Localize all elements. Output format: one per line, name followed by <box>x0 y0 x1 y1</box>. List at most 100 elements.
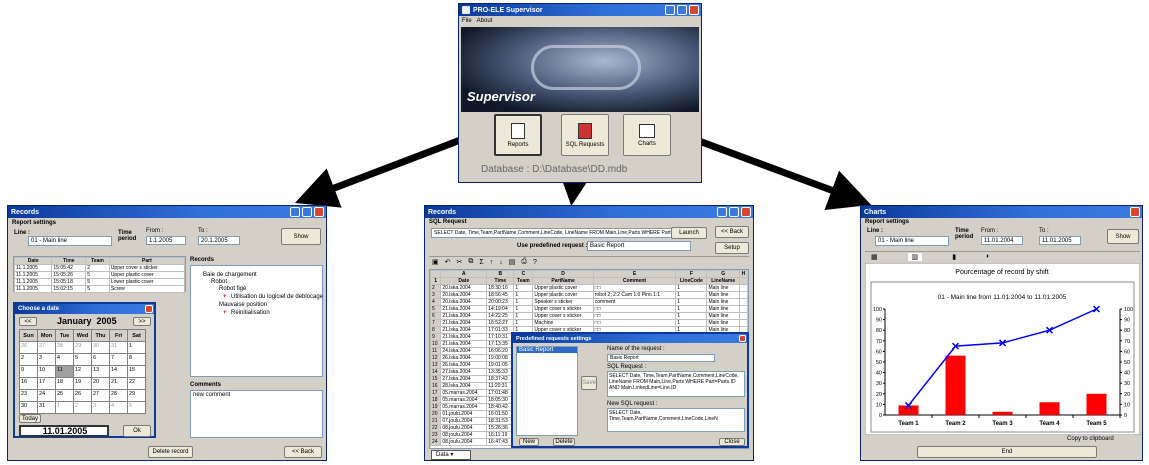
minimize-icon[interactable] <box>290 207 300 217</box>
minimize-icon[interactable] <box>665 5 675 15</box>
ok-button[interactable]: Ok <box>123 425 151 437</box>
sql-textarea[interactable]: SELECT Date, Time,Team,PartName,Comment,… <box>607 371 745 397</box>
reports-button[interactable]: Reports <box>494 114 542 156</box>
sql-back-button[interactable]: << Back <box>715 226 749 238</box>
tree-node[interactable]: Réinitialisation <box>231 310 270 316</box>
minimize-icon[interactable] <box>717 207 727 217</box>
column-chart-icon[interactable]: ▮ <box>952 253 956 261</box>
calendar-day[interactable]: 12 <box>73 365 92 378</box>
tree-node[interactable]: Robot <box>211 279 227 285</box>
calendar-day[interactable]: 19 <box>73 377 92 390</box>
calendar-day[interactable]: 17 <box>37 377 56 390</box>
table-row[interactable]: 2 20.lska.2004 18:30:16 1 Upper plastic cove… <box>430 284 748 292</box>
cut-icon[interactable]: ✂ <box>457 258 463 266</box>
close-icon[interactable] <box>689 5 699 15</box>
calendar-day[interactable]: 5 <box>73 353 92 366</box>
calendar-day[interactable]: 26 <box>19 341 38 354</box>
calendar-day[interactable]: 22 <box>127 377 146 390</box>
sql-requests-button[interactable]: SQL Requests <box>561 114 609 156</box>
calendar-day[interactable]: 27 <box>37 341 56 354</box>
maximize-icon[interactable] <box>302 207 312 217</box>
calendar-day[interactable]: 28 <box>55 341 74 354</box>
tree-node[interactable]: Utilisation du logiciel de deblocage <box>231 294 323 300</box>
calendar-day[interactable]: 16 <box>19 377 38 390</box>
close-icon[interactable] <box>1130 207 1140 217</box>
to-date-input[interactable]: 20.1.2005 <box>198 236 240 245</box>
end-button[interactable]: End <box>917 446 1097 458</box>
comments-box[interactable]: new comment <box>190 390 323 438</box>
sort-desc-icon[interactable]: ↓ <box>499 259 503 266</box>
table-row[interactable]: 11.1.2005 15:05:42 2 Upper cover s sticker <box>13 264 186 272</box>
setup-button[interactable]: Setup <box>715 242 749 254</box>
sum-icon[interactable]: Σ <box>479 259 483 266</box>
menu-file[interactable]: File <box>462 18 472 24</box>
sort-asc-icon[interactable]: ↑ <box>490 259 494 266</box>
undo-icon[interactable]: ↶ <box>445 258 451 266</box>
launch-button[interactable]: Launch <box>671 227 707 239</box>
calendar-day[interactable]: 30 <box>19 401 38 414</box>
sheet-tab[interactable]: Data ▾ <box>431 450 471 460</box>
calendar-day[interactable]: 1 <box>55 401 74 414</box>
calendar-day[interactable]: 3 <box>91 401 110 414</box>
new-sql-textarea[interactable]: SELECT Date, Time,Team,PartName,Comment,… <box>607 408 745 432</box>
calendar-day[interactable]: 23 <box>19 389 38 402</box>
from-date-input[interactable]: 1.1.2005 <box>146 236 186 245</box>
table-row[interactable]: 11.1.2005 15:05:18 5 Lower plastic cover <box>13 278 186 286</box>
charts-button[interactable]: Charts <box>623 114 671 156</box>
calendar-day[interactable]: 28 <box>109 389 128 402</box>
line-select[interactable]: 01 - Main line <box>28 236 112 246</box>
close-button[interactable]: Close <box>719 438 745 446</box>
print-icon[interactable]: ⎙ <box>521 258 527 266</box>
calendar-day[interactable]: 29 <box>127 389 146 402</box>
copy-icon[interactable]: ⧉ <box>468 258 473 266</box>
calendar-day[interactable]: 4 <box>55 353 74 366</box>
close-icon[interactable] <box>314 207 324 217</box>
list-item[interactable]: Basic Report <box>517 347 577 353</box>
table-row[interactable]: 11.1.2005 15:05:26 5 Upper plastic cover <box>13 271 186 279</box>
calendar-day[interactable]: 21 <box>109 377 128 390</box>
charts-from-input[interactable]: 11.01.2004 <box>981 236 1023 245</box>
table-row[interactable]: 4 20.lska.2004 20:00:23 1 Speaker s sticker c… <box>430 298 748 306</box>
pie-chart-icon[interactable]: ◐ <box>986 253 990 260</box>
toolbar-icon[interactable]: ▣ <box>432 258 439 266</box>
calendar-day[interactable]: 10 <box>37 365 56 378</box>
new-button[interactable]: New <box>519 438 539 446</box>
table-row[interactable]: 7 21.lska.2004 16:52:27 1 Machine □□ 1 Main lin… <box>430 319 748 327</box>
close-icon[interactable] <box>741 207 751 217</box>
close-icon[interactable] <box>145 305 153 313</box>
calendar-day[interactable]: 29 <box>73 341 92 354</box>
help-icon[interactable]: ? <box>533 259 537 266</box>
today-button[interactable]: Today <box>19 414 41 423</box>
tree-node[interactable]: Mauvaise position <box>219 302 267 308</box>
calendar-day[interactable]: 3 <box>37 353 56 366</box>
prev-month-button[interactable]: << <box>19 317 37 326</box>
calendar-day[interactable]: 9 <box>19 365 38 378</box>
chart-icon[interactable]: ▤ <box>509 258 516 266</box>
maximize-icon[interactable] <box>729 207 739 217</box>
calendar-day[interactable]: 18 <box>55 377 74 390</box>
calendar-day[interactable]: 31 <box>109 341 128 354</box>
calendar-day[interactable]: 15 <box>127 365 146 378</box>
charts-to-input[interactable]: 11.01.2005 <box>1039 236 1081 245</box>
calendar-day[interactable]: 2 <box>19 353 38 366</box>
tree-node[interactable]: Baie de chargement <box>203 272 257 278</box>
calendar-day[interactable]: 26 <box>73 389 92 402</box>
menu-about[interactable]: About <box>477 18 493 24</box>
calendar-day[interactable]: 5 <box>127 401 146 414</box>
show-button[interactable]: Show <box>281 228 321 245</box>
tree-node[interactable]: Robot figé <box>219 286 246 292</box>
sql-query-input[interactable]: SELECT Date, Time,Team,PartName,Comment,… <box>431 228 695 238</box>
calendar-day-selected[interactable]: 11 <box>55 365 74 378</box>
delete-button[interactable]: Delete <box>553 438 575 446</box>
table-row[interactable]: 3 20.lska.2004 18:56:45 1 Upper plastic cove… <box>430 291 748 299</box>
close-icon[interactable] <box>739 335 746 342</box>
calendar-day[interactable]: 31 <box>37 401 56 414</box>
table-row[interactable]: 6 21.lska.2004 14:22:25 1 Upper cover s stic… <box>430 312 748 320</box>
save-button[interactable]: Save <box>581 376 597 390</box>
calendar-day[interactable]: 20 <box>91 377 110 390</box>
request-name-input[interactable]: Basic Report <box>607 354 715 362</box>
calendar-day[interactable]: 25 <box>55 389 74 402</box>
calendar-day[interactable]: 1 <box>127 341 146 354</box>
calendar-day[interactable]: 6 <box>91 353 110 366</box>
charts-show-button[interactable]: Show <box>1107 229 1139 244</box>
